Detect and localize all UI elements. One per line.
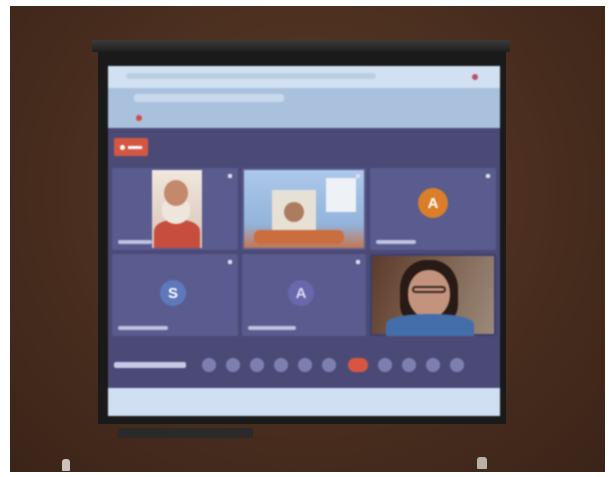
monk-video — [152, 170, 202, 248]
recording-badge — [114, 138, 148, 156]
people-icon[interactable] — [298, 358, 312, 372]
projected-video-call: A S A — [108, 66, 500, 416]
profile-icon[interactable] — [472, 74, 478, 80]
chat-icon[interactable] — [402, 358, 416, 372]
participant-name-bar — [248, 326, 296, 330]
participant-tile-video-1[interactable] — [112, 168, 238, 250]
participant-avatar: A — [288, 280, 314, 306]
taskbar-strip — [108, 388, 500, 416]
meeting-time-code — [114, 362, 186, 368]
microphone-icon — [477, 457, 487, 469]
participant-tile-video-3[interactable] — [370, 254, 496, 336]
tile-menu-icon[interactable] — [356, 174, 360, 178]
reactions-icon[interactable] — [378, 358, 392, 372]
tile-menu-icon[interactable] — [228, 174, 232, 178]
share-icon[interactable] — [250, 358, 264, 372]
video-icon[interactable] — [226, 358, 240, 372]
browser-tab-strip — [108, 88, 500, 128]
participant-tile-avatar-a2[interactable]: A — [242, 254, 366, 336]
participant-tile-video-2[interactable] — [242, 168, 366, 250]
projector-screen-rod — [92, 40, 510, 52]
participant-avatar: A — [418, 188, 448, 218]
microphone-stand-icon — [62, 459, 70, 471]
end-call-icon[interactable] — [348, 358, 368, 372]
tile-menu-icon[interactable] — [228, 260, 232, 264]
participant-avatar: S — [160, 280, 186, 306]
participant-name-bar — [118, 240, 152, 244]
browser-address-bar — [108, 66, 500, 88]
tile-menu-icon[interactable] — [486, 174, 490, 178]
participant-name-bar — [376, 240, 416, 244]
screen-bottom-bar — [118, 428, 253, 438]
tile-menu-icon[interactable] — [356, 260, 360, 264]
record-bar-icon — [128, 145, 142, 149]
participant-tile-avatar-a[interactable]: A — [370, 168, 496, 250]
participant-tile-avatar-s[interactable]: S — [112, 254, 238, 336]
stage-video — [244, 170, 364, 248]
meeting-grid: A S A — [108, 128, 500, 416]
participant-name-bar — [118, 326, 168, 330]
emoji-icon[interactable] — [274, 358, 288, 372]
more-icon[interactable] — [322, 358, 336, 372]
participants-icon[interactable] — [426, 358, 440, 372]
recording-dot-icon — [136, 115, 142, 121]
settings-icon[interactable] — [450, 358, 464, 372]
woman-video — [372, 256, 494, 336]
browser-tab[interactable] — [134, 94, 284, 102]
call-controls-bar — [108, 352, 500, 380]
address-field[interactable] — [126, 73, 376, 79]
record-dot-icon — [120, 144, 125, 150]
mic-icon[interactable] — [202, 358, 216, 372]
